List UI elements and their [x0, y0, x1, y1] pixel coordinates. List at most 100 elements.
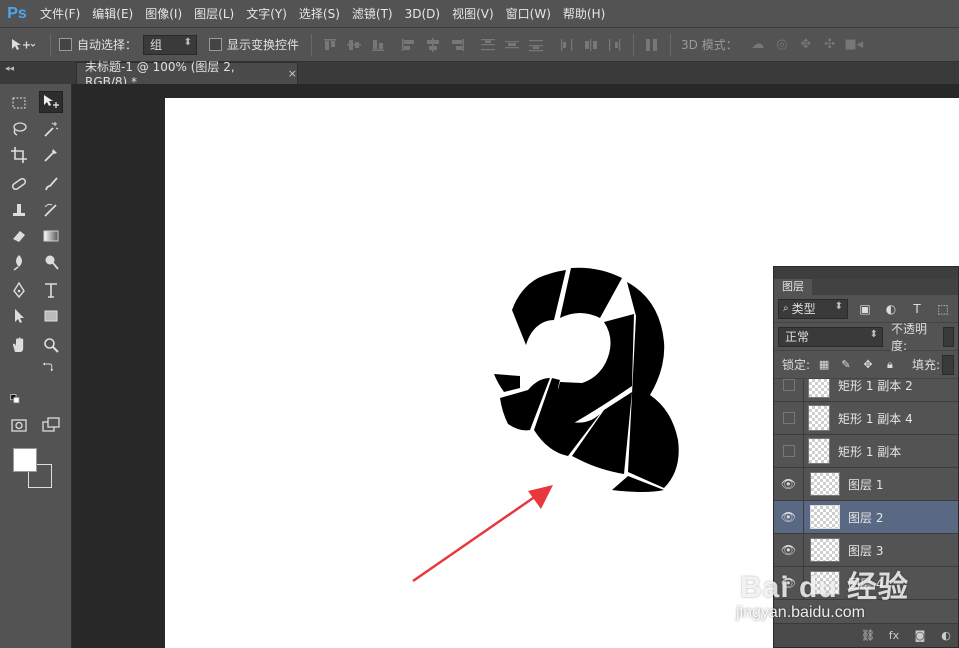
layers-panel: 图层 ⌕类型 ▣ ◐ T ⬚ 正常 不透明度: 锁定: ▦ ✎ ✥ 🔒︎ 填充: [773, 266, 959, 648]
align-vcenter-icon[interactable] [345, 37, 363, 53]
layer-row[interactable]: 矩形 1 副本 4 [774, 401, 958, 435]
rectangle-tool-icon[interactable] [39, 305, 63, 327]
filter-type-icon[interactable]: T [908, 301, 926, 317]
align-left-icon[interactable] [400, 37, 418, 53]
distribute-left-icon[interactable] [558, 37, 576, 53]
blend-mode-dropdown[interactable]: 正常 [778, 326, 883, 347]
opacity-input[interactable] [942, 326, 955, 347]
align-hcenter-icon[interactable] [424, 37, 442, 53]
auto-align-layers-icon[interactable] [643, 37, 661, 53]
pen-tool-icon[interactable] [7, 279, 31, 301]
align-right-icon[interactable] [448, 37, 466, 53]
layer-row[interactable]: 👁︎ 图层 4 [774, 566, 958, 600]
menu-select[interactable]: 选择(S) [293, 0, 346, 28]
lock-row: 锁定: ▦ ✎ ✥ 🔒︎ 填充: [774, 351, 958, 379]
auto-select-checkbox[interactable] [59, 38, 72, 51]
auto-select-dropdown[interactable]: 组 [143, 34, 198, 55]
visibility-toggle[interactable]: 👁︎ [774, 500, 804, 534]
move-tool-button-icon[interactable] [39, 91, 63, 113]
clone-stamp-tool-icon[interactable] [7, 199, 31, 221]
lock-all-icon[interactable]: 🔒︎ [882, 357, 898, 373]
healing-brush-tool-icon[interactable] [7, 173, 31, 195]
filter-pixel-icon[interactable]: ▣ [856, 301, 874, 317]
marquee-tool-icon[interactable] [7, 92, 31, 114]
hidden-eye-box [782, 445, 795, 457]
distribute-right-icon[interactable] [606, 37, 624, 53]
layer-row-selected[interactable]: 👁︎ 图层 2 [774, 500, 958, 534]
show-transform-checkbox[interactable] [209, 38, 223, 51]
distribute-hcenter-icon[interactable] [582, 37, 600, 53]
hand-tool-icon[interactable] [7, 334, 31, 356]
tool-preset-picker[interactable] [0, 37, 44, 53]
blur-tool-icon[interactable] [7, 251, 31, 273]
layer-filter-dropdown[interactable]: ⌕ 类型 [778, 298, 848, 319]
menu-filter[interactable]: 滤镜(T) [346, 0, 399, 28]
align-top-icon[interactable] [321, 37, 339, 53]
menu-bar: Ps 文件(F) 编辑(E) 图像(I) 图层(L) 文字(Y) 选择(S) 滤… [0, 0, 959, 28]
screen-mode-icon[interactable] [39, 414, 63, 436]
zoom-tool-icon[interactable] [39, 334, 63, 356]
eraser-tool-icon[interactable] [7, 225, 31, 247]
layer-row[interactable]: 👁︎ 图层 3 [774, 533, 958, 567]
path-selection-tool-icon[interactable] [7, 305, 31, 327]
foreground-color-swatch[interactable] [13, 448, 37, 472]
3d-slide-icon[interactable]: ✣ [821, 37, 839, 53]
layer-row[interactable]: 👁︎ 图层 1 [774, 467, 958, 501]
visibility-toggle[interactable]: 👁︎ [774, 566, 804, 600]
eyedropper-tool-icon[interactable] [39, 144, 63, 166]
type-tool-icon[interactable] [39, 279, 63, 301]
3d-rotate-icon[interactable]: ☁ [749, 37, 767, 53]
3d-pan-icon[interactable]: ✥ [797, 37, 815, 53]
3d-roll-icon[interactable]: ◎ [773, 37, 791, 53]
visibility-toggle[interactable] [774, 379, 804, 402]
layers-panel-header[interactable] [774, 267, 958, 279]
distribute-vcenter-icon[interactable] [503, 37, 521, 53]
menu-file[interactable]: 文件(F) [34, 0, 86, 28]
separator [670, 33, 672, 56]
link-layers-icon[interactable]: ⛓ [860, 629, 876, 643]
menu-3d[interactable]: 3D(D) [399, 0, 446, 28]
collapse-panels-icon[interactable]: ◂◂ [5, 64, 14, 74]
lock-position-icon[interactable]: ✥ [860, 357, 876, 373]
distribute-top-icon[interactable] [479, 37, 497, 53]
gradient-tool-icon[interactable] [39, 225, 63, 247]
default-colors-icon[interactable] [8, 392, 24, 406]
crop-tool-icon[interactable] [7, 144, 31, 166]
quick-mask-icon[interactable] [7, 414, 31, 436]
tab-layers[interactable]: 图层 [774, 279, 812, 295]
lock-pixels-icon[interactable]: ✎ [838, 357, 854, 373]
document-tab[interactable]: 未标题-1 @ 100% (图层 2, RGB/8) * × [76, 60, 298, 89]
history-brush-tool-icon[interactable] [39, 199, 63, 221]
3d-scale-icon[interactable]: ■◂ [844, 37, 863, 53]
lasso-tool-icon[interactable] [7, 118, 31, 140]
menu-edit[interactable]: 编辑(E) [86, 0, 139, 28]
lock-transparency-icon[interactable]: ▦ [816, 357, 832, 373]
menu-window[interactable]: 窗口(W) [500, 0, 557, 28]
menu-view[interactable]: 视图(V) [446, 0, 500, 28]
menu-help[interactable]: 帮助(H) [557, 0, 611, 28]
layer-row[interactable]: 矩形 1 副本 [774, 434, 958, 468]
layer-row[interactable]: 矩形 1 副本 2 [774, 379, 958, 402]
visibility-toggle[interactable] [774, 401, 804, 435]
add-mask-icon[interactable]: ◙ [912, 629, 928, 643]
fill-input[interactable] [942, 354, 954, 375]
menu-image[interactable]: 图像(I) [139, 0, 188, 28]
visibility-toggle[interactable] [774, 434, 804, 468]
adjustment-layer-icon[interactable]: ◐ [938, 629, 954, 643]
filter-shape-icon[interactable]: ⬚ [934, 301, 952, 317]
align-bottom-icon[interactable] [369, 37, 387, 53]
filter-adjustment-icon[interactable]: ◐ [882, 301, 900, 317]
distribute-bottom-icon[interactable] [527, 37, 545, 53]
fill-label: 填充: [911, 358, 941, 372]
layer-name: 图层 3 [848, 543, 884, 558]
menu-type[interactable]: 文字(Y) [240, 0, 293, 28]
menu-layer[interactable]: 图层(L) [188, 0, 240, 28]
layer-style-icon[interactable]: fx [886, 629, 902, 643]
brush-tool-icon[interactable] [39, 173, 63, 195]
document-tab-close-icon[interactable]: × [288, 67, 297, 80]
swap-colors-icon[interactable] [40, 360, 56, 374]
magic-wand-tool-icon[interactable] [39, 118, 63, 140]
visibility-toggle[interactable]: 👁︎ [774, 467, 804, 501]
visibility-toggle[interactable]: 👁︎ [774, 533, 804, 567]
dodge-tool-icon[interactable] [39, 251, 63, 273]
